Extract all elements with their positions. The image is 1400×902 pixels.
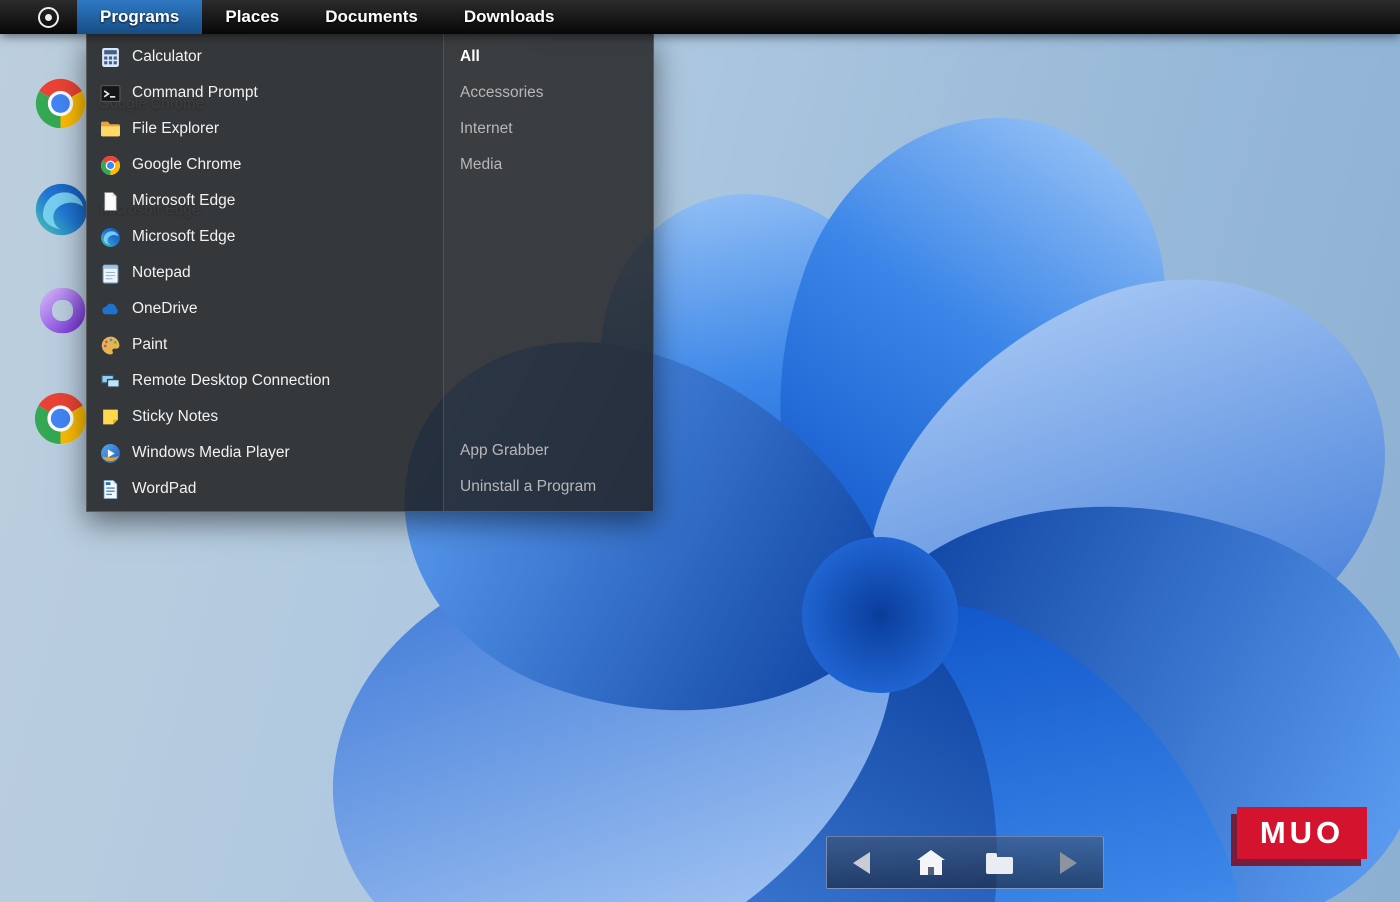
program-item-google-chrome[interactable]: Google Chrome: [87, 147, 443, 183]
onedrive-icon: [100, 299, 121, 320]
action-app-grabber[interactable]: App Grabber: [444, 433, 653, 469]
program-item-remote-desktop[interactable]: Remote Desktop Connection: [87, 363, 443, 399]
forward-button[interactable]: [1047, 843, 1091, 883]
program-item-onedrive[interactable]: OneDrive: [87, 291, 443, 327]
menu-places[interactable]: Places: [202, 0, 302, 34]
program-item-paint[interactable]: Paint: [87, 327, 443, 363]
edge-icon: [33, 181, 90, 238]
program-item-label: OneDrive: [132, 300, 197, 318]
launcher-button[interactable]: [38, 0, 59, 34]
edge-icon: [100, 227, 121, 248]
sticky-notes-icon: [100, 407, 121, 428]
muo-watermark: MUO: [1237, 807, 1367, 859]
category-accessories[interactable]: Accessories: [444, 75, 653, 111]
remote-desktop-icon: [100, 371, 121, 392]
category-all[interactable]: All: [444, 39, 653, 75]
program-item-label: Microsoft Edge: [132, 228, 235, 246]
program-item-label: Sticky Notes: [132, 408, 218, 426]
edge-document-icon: [100, 191, 121, 212]
program-item-microsoft-edge-1[interactable]: Microsoft Edge: [87, 183, 443, 219]
notepad-icon: [100, 263, 121, 284]
spacer: [444, 183, 653, 433]
desktop-nav-toolbar: [826, 836, 1104, 889]
programs-list: Calculator Command Prompt File Explorer …: [87, 34, 444, 511]
chrome-icon: [100, 155, 121, 176]
menu-programs[interactable]: Programs: [77, 0, 202, 34]
program-item-windows-media-player[interactable]: Windows Media Player: [87, 435, 443, 471]
media-player-icon: [100, 443, 121, 464]
program-item-label: Command Prompt: [132, 84, 258, 102]
menu-downloads[interactable]: Downloads: [441, 0, 578, 34]
program-item-file-explorer[interactable]: File Explorer: [87, 111, 443, 147]
back-button[interactable]: [840, 843, 884, 883]
categories-list: All Accessories Internet Media App Grabb…: [444, 34, 653, 511]
paint-icon: [100, 335, 121, 356]
chrome-icon: [32, 390, 89, 447]
file-explorer-icon: [100, 119, 121, 140]
program-item-label: File Explorer: [132, 120, 219, 138]
menubar: Programs Places Documents Downloads: [0, 0, 1400, 34]
program-item-label: Notepad: [132, 264, 191, 282]
calculator-icon: [100, 47, 121, 68]
program-item-label: Google Chrome: [132, 156, 241, 174]
programs-dropdown: Calculator Command Prompt File Explorer …: [86, 34, 654, 512]
back-arrow-icon: [853, 852, 870, 874]
target-icon: [38, 7, 59, 28]
action-uninstall-program[interactable]: Uninstall a Program: [444, 469, 653, 505]
program-item-sticky-notes[interactable]: Sticky Notes: [87, 399, 443, 435]
program-item-command-prompt[interactable]: Command Prompt: [87, 75, 443, 111]
folder-button[interactable]: [978, 843, 1022, 883]
program-item-label: Remote Desktop Connection: [132, 372, 330, 390]
program-item-label: Windows Media Player: [132, 444, 290, 462]
wordpad-icon: [100, 479, 121, 500]
program-item-label: Microsoft Edge: [132, 192, 235, 210]
chrome-icon: [33, 76, 88, 131]
program-item-microsoft-edge-2[interactable]: Microsoft Edge: [87, 219, 443, 255]
loop-icon: [36, 284, 89, 337]
home-icon: [920, 860, 942, 875]
folder-icon: [986, 857, 1013, 874]
muo-watermark-text: MUO: [1260, 815, 1344, 851]
category-internet[interactable]: Internet: [444, 111, 653, 147]
program-item-label: WordPad: [132, 480, 196, 498]
program-item-label: Paint: [132, 336, 167, 354]
program-item-label: Calculator: [132, 48, 202, 66]
program-item-calculator[interactable]: Calculator: [87, 39, 443, 75]
category-media[interactable]: Media: [444, 147, 653, 183]
forward-arrow-icon: [1060, 852, 1077, 874]
program-item-wordpad[interactable]: WordPad: [87, 471, 443, 507]
program-item-notepad[interactable]: Notepad: [87, 255, 443, 291]
command-prompt-icon: [100, 83, 121, 104]
menu-documents[interactable]: Documents: [302, 0, 441, 34]
home-button[interactable]: [909, 843, 953, 883]
